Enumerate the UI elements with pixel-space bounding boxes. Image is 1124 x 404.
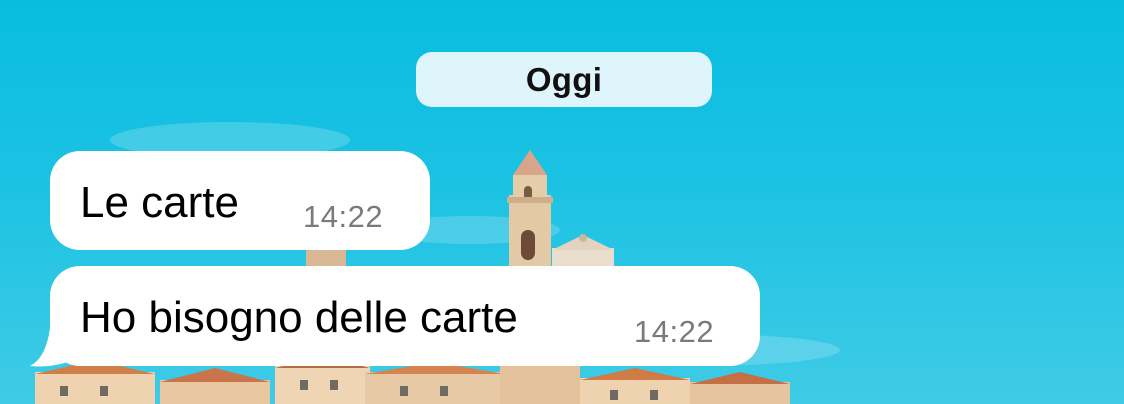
message-bubble[interactable]: Le carte 14:22: [50, 151, 430, 250]
chat-background: Oggi Le carte 14:22 Ho bisogno delle car…: [0, 0, 1124, 404]
message-text: Ho bisogno delle carte: [80, 293, 518, 342]
message-timestamp: 14:22: [303, 199, 384, 234]
message-bubble[interactable]: Ho bisogno delle carte 14:22: [50, 266, 760, 366]
bubble-tail-icon: [30, 328, 68, 367]
date-separator-label: Oggi: [525, 60, 603, 98]
bell-tower-illustration: [507, 150, 553, 275]
message-timestamp: 14:22: [634, 314, 715, 349]
date-separator: Oggi: [416, 52, 712, 107]
message-text: Le carte: [80, 178, 239, 227]
